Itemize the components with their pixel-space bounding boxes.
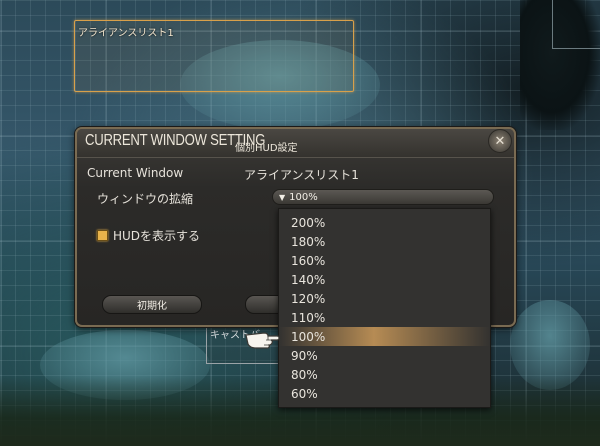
dropdown-option-100[interactable]: 100% <box>279 327 490 346</box>
current-window-label: Current Window <box>87 166 184 180</box>
chevron-down-icon: ▼ <box>279 192 286 202</box>
window-scale-dropdown-list: 200% 180% 160% 140% 120% 110% 100% 90% 8… <box>278 208 491 408</box>
window-scale-select[interactable]: ▼ 100% <box>272 189 494 205</box>
hud-layout-frame[interactable] <box>552 0 600 49</box>
close-icon: ✕ <box>494 133 506 149</box>
dropdown-option-160[interactable]: 160% <box>279 251 490 270</box>
alliance-list-frame-label: アライアンスリスト1 <box>78 28 174 39</box>
dropdown-option-60[interactable]: 60% <box>279 384 490 403</box>
dropdown-option-90[interactable]: 90% <box>279 346 490 365</box>
current-window-value: アライアンスリスト1 <box>244 168 359 182</box>
alliance-list-hud-frame[interactable]: アライアンスリスト1 <box>74 20 354 92</box>
dropdown-option-200[interactable]: 200% <box>279 213 490 232</box>
dropdown-option-120[interactable]: 120% <box>279 289 490 308</box>
reset-button[interactable]: 初期化 <box>102 295 202 314</box>
close-button[interactable]: ✕ <box>488 129 512 153</box>
window-scale-selected-value: 100% <box>289 191 318 203</box>
show-hud-checkbox[interactable] <box>97 230 108 241</box>
dropdown-option-140[interactable]: 140% <box>279 270 490 289</box>
pointing-hand-cursor-icon <box>245 332 280 349</box>
window-scale-label: ウィンドウの拡縮 <box>97 192 194 206</box>
dropdown-option-110[interactable]: 110% <box>279 308 490 327</box>
dialog-titlebar[interactable]: CURRENT WINDOW SETTING 個別HUD設定 ✕ <box>77 129 514 158</box>
dialog-subtitle: 個別HUD設定 <box>235 143 298 154</box>
show-hud-label[interactable]: HUDを表示する <box>113 227 200 244</box>
dropdown-option-80[interactable]: 80% <box>279 365 490 384</box>
dropdown-option-180[interactable]: 180% <box>279 232 490 251</box>
